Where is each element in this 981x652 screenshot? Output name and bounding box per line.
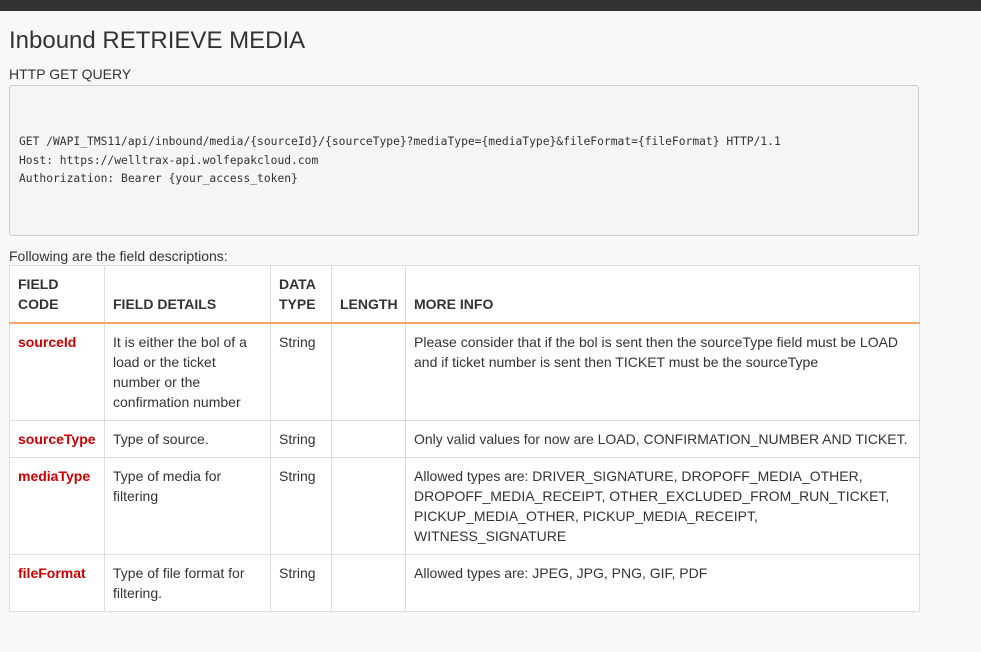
table-row: sourceType Type of source. String Only v… [9,420,920,458]
data-type-cell: String [270,322,332,421]
more-info-cell: Please consider that if the bol is sent … [405,322,920,421]
length-cell [331,457,406,555]
code-line-request: GET /WAPI_TMS11/api/inbound/media/{sourc… [19,135,781,148]
field-code-cell: sourceId [9,322,105,421]
more-info-cell: Allowed types are: JPEG, JPG, PNG, GIF, … [405,554,920,612]
length-cell [331,554,406,612]
length-cell [331,420,406,458]
data-type-cell: String [270,457,332,555]
header-field-code: FIELD CODE [9,265,105,324]
data-type-cell: String [270,420,332,458]
field-details-cell: Type of source. [104,420,271,458]
main-content: Inbound RETRIEVE MEDIA HTTP GET QUERY GE… [9,11,920,612]
code-line-host: Host: https://welltrax-api.wolfepakcloud… [19,153,319,167]
field-code-cell: sourceType [9,420,105,458]
data-type-cell: String [270,554,332,612]
field-code-cell: mediaType [9,457,105,555]
top-nav-bar [0,0,981,11]
table-row: sourceId It is either the bol of a load … [9,322,920,421]
more-info-cell: Only valid values for now are LOAD, CONF… [405,420,920,458]
field-details-cell: It is either the bol of a load or the ti… [104,322,271,421]
more-info-cell: Allowed types are: DRIVER_SIGNATURE, DRO… [405,457,920,555]
code-line-authorization: Authorization: Bearer {your_access_token… [19,172,298,185]
table-row: mediaType Type of media for filtering St… [9,457,920,555]
table-row: fileFormat Type of file format for filte… [9,554,920,612]
header-more-info: MORE INFO [405,265,920,324]
field-descriptions-table: FIELD CODE FIELD DETAILS DATA TYPE LENGT… [9,265,920,612]
header-field-details: FIELD DETAILS [104,265,271,324]
query-label: HTTP GET QUERY [9,66,132,82]
code-block: GET /WAPI_TMS11/api/inbound/media/{sourc… [9,85,919,236]
length-cell [331,322,406,421]
field-code-cell: fileFormat [9,554,105,612]
header-length: LENGTH [331,265,406,324]
table-header-row: FIELD CODE FIELD DETAILS DATA TYPE LENGT… [9,265,920,324]
page-title: Inbound RETRIEVE MEDIA [9,27,306,54]
field-details-cell: Type of file format for filtering. [104,554,271,612]
field-details-cell: Type of media for filtering [104,457,271,555]
field-descriptions-intro: Following are the field descriptions: [9,248,228,264]
header-data-type: DATA TYPE [270,265,332,324]
